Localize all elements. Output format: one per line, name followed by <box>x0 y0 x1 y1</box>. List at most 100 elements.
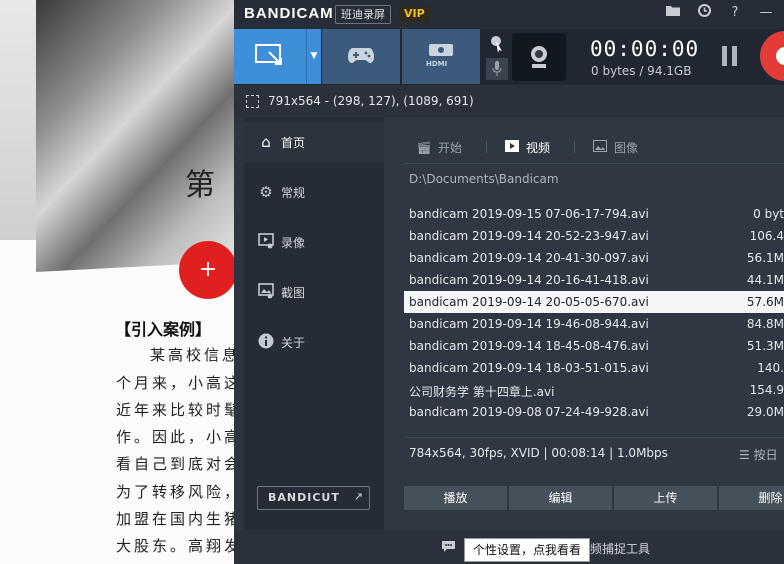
home-icon: ⌂ <box>261 133 271 151</box>
recording-file-size: 0 bytes / 94.1GB <box>591 64 692 78</box>
sidebar-item-label: 常规 <box>281 186 306 200</box>
game-mode-button[interactable] <box>322 29 400 84</box>
list-icon: ☰ <box>739 448 754 462</box>
document-line: 近年来比较时髦 <box>116 401 240 419</box>
cursor-effect-icon[interactable] <box>490 35 504 53</box>
pause-button[interactable] <box>721 46 741 68</box>
screen-rectangle-mode-button[interactable] <box>234 29 306 84</box>
sidebar-item-home[interactable]: ⌂ 首页 <box>244 122 384 162</box>
tab-video[interactable]: 视频 <box>504 139 550 156</box>
tab-start[interactable]: 🎬︎ 开始 <box>416 139 462 156</box>
image-settings-icon <box>257 283 275 301</box>
file-size: 51.3M <box>746 339 784 353</box>
document-chapter: 第 <box>185 168 215 203</box>
sidebar-item-label: 录像 <box>281 236 306 250</box>
record-icon <box>776 47 784 65</box>
file-row[interactable]: bandicam 2019-09-14 20-52-23-947.avi 106.… <box>404 225 784 247</box>
gamepad-icon <box>348 48 374 63</box>
status-message[interactable]: 频捕捉工具 <box>590 540 650 557</box>
document-line: 大股东。高翔发 <box>116 537 240 555</box>
clapper-icon: 🎬︎ <box>416 141 432 155</box>
hdmi-icon <box>429 44 453 56</box>
sidebar-item-label: 首页 <box>281 136 306 150</box>
rectangle-mode-icon <box>255 44 282 65</box>
vip-badge[interactable]: VIP <box>399 6 430 22</box>
file-row[interactable]: bandicam 2019-09-14 20-16-41-418.avi 44.1… <box>404 269 784 291</box>
main-content: 🎬︎ 开始 视频 图像 D:\Documents\Bandicam bandica… <box>384 117 784 530</box>
file-row[interactable]: bandicam 2019-09-08 07-24-49-928.avi 29.0… <box>404 401 784 423</box>
bandicam-window: BANDICAM 班迪录屏 VIP ? — ▼ HDMI 00:00:00 0 … <box>234 0 784 564</box>
video-settings-icon <box>257 233 275 251</box>
edit-button[interactable]: 编辑 <box>509 486 612 510</box>
play-button[interactable]: 播放 <box>404 486 507 510</box>
record-button[interactable] <box>760 31 784 81</box>
file-name: bandicam 2019-09-14 18-03-51-015.avi <box>409 361 649 375</box>
file-name: bandicam 2019-09-15 07-06-17-794.avi <box>409 207 649 221</box>
minimize-icon[interactable]: — <box>757 4 775 22</box>
file-size: 56.1M <box>746 251 784 265</box>
document-line: 个月来，小高这 <box>116 374 240 392</box>
info-icon <box>257 333 275 351</box>
sort-button[interactable]: ☰ 按日 <box>739 446 778 463</box>
recording-timer: 00:00:00 <box>590 37 700 61</box>
file-list: bandicam 2019-09-15 07-06-17-794.avi 0 by… <box>404 203 784 423</box>
file-row[interactable]: bandicam 2019-09-14 18-03-51-015.avi 140. <box>404 357 784 379</box>
file-size: 44.1M <box>746 273 784 287</box>
main-toolbar: ▼ HDMI 00:00:00 0 bytes / 94.1GB <box>234 29 784 85</box>
tab-divider <box>486 141 487 153</box>
file-row[interactable]: bandicam 2019-09-14 19-46-08-944.avi 84.8… <box>404 313 784 335</box>
sidebar-item-label: 关于 <box>281 336 306 350</box>
file-size: 154.9 <box>749 383 784 397</box>
tab-divider <box>574 141 575 153</box>
sidebar-item-about[interactable]: 关于 <box>244 322 384 362</box>
file-row[interactable]: bandicam 2019-09-15 07-06-17-794.avi 0 by… <box>404 203 784 225</box>
file-row[interactable]: bandicam 2019-09-14 20-41-30-097.avi 56.1… <box>404 247 784 269</box>
gear-icon: ⚙ <box>259 183 273 201</box>
hdmi-label: HDMI <box>426 60 448 68</box>
file-row[interactable]: bandicam 2019-09-14 18-45-08-476.avi 51.3… <box>404 335 784 357</box>
file-name: bandicam 2019-09-14 20-16-41-418.avi <box>409 273 649 287</box>
sidebar-item-video[interactable]: 录像 <box>244 222 384 262</box>
folder-icon[interactable] <box>664 4 682 22</box>
title-bar[interactable]: BANDICAM 班迪录屏 VIP ? — <box>234 0 784 29</box>
capture-region-text: 791x564 - (298, 127), (1089, 691) <box>268 94 474 108</box>
divider <box>404 437 784 438</box>
file-size: 29.0M <box>746 405 784 419</box>
sidebar-item-general[interactable]: ⚙ 常规 <box>244 172 384 212</box>
file-name: bandicam 2019-09-14 20-52-23-947.avi <box>409 229 649 243</box>
file-row[interactable]: 公司财务学 第十四章上.avi 154.9 <box>404 379 784 401</box>
status-bar: 频捕捉工具 个性设置，点我看看 <box>234 530 784 564</box>
chat-icon[interactable] <box>441 540 457 554</box>
external-link-icon: ↗ <box>353 490 363 503</box>
file-name: bandicam 2019-09-08 07-24-49-928.avi <box>409 405 649 419</box>
sidebar-item-screenshot[interactable]: 截图 <box>244 272 384 312</box>
file-name: bandicam 2019-09-14 18-45-08-476.avi <box>409 339 649 353</box>
file-size: 140. <box>757 361 784 375</box>
file-name: bandicam 2019-09-14 20-41-30-097.avi <box>409 251 649 265</box>
file-size: 0 byt <box>753 207 784 221</box>
delete-button[interactable]: 删除 <box>719 486 784 510</box>
sidebar-item-label: 截图 <box>281 286 306 300</box>
document-line: 为了转移风险， <box>116 483 240 501</box>
help-icon[interactable]: ? <box>726 4 744 22</box>
file-row-selected[interactable]: bandicam 2019-09-14 20-05-05-670.avi 57.6… <box>404 291 784 313</box>
play-icon <box>504 140 520 155</box>
document-photo <box>36 0 240 273</box>
divider <box>404 163 784 164</box>
bandicut-button[interactable]: BANDICUT ↗ <box>257 486 370 510</box>
upload-button[interactable]: 上传 <box>614 486 717 510</box>
tooltip: 个性设置，点我看看 <box>464 538 591 562</box>
tab-label: 视频 <box>526 141 551 155</box>
tab-image[interactable]: 图像 <box>592 139 638 156</box>
document-line: 作。因此，小高 <box>116 428 240 446</box>
folder-path[interactable]: D:\Documents\Bandicam <box>409 172 559 186</box>
file-size: 106.4 <box>749 229 784 243</box>
device-mode-button[interactable]: HDMI <box>402 29 480 84</box>
microphone-icon[interactable] <box>486 58 508 80</box>
region-select-icon <box>246 95 259 108</box>
webcam-icon <box>531 46 547 68</box>
clock-icon[interactable] <box>695 4 713 22</box>
mode-dropdown-button[interactable]: ▼ <box>306 29 321 84</box>
document-line: 看自己到底对会 <box>116 455 240 473</box>
webcam-button[interactable] <box>512 33 566 81</box>
